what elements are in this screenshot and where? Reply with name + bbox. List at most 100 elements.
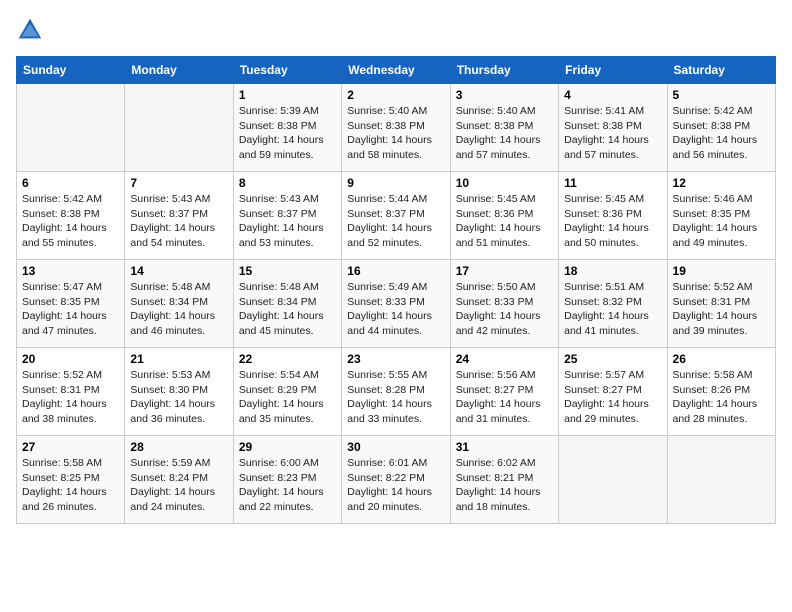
day-number: 8 — [239, 176, 336, 190]
col-header-thursday: Thursday — [450, 57, 558, 84]
day-info: Sunrise: 5:47 AMSunset: 8:35 PMDaylight:… — [22, 280, 119, 339]
day-info: Sunrise: 5:58 AMSunset: 8:25 PMDaylight:… — [22, 456, 119, 515]
col-header-friday: Friday — [559, 57, 667, 84]
calendar-cell: 6 Sunrise: 5:42 AMSunset: 8:38 PMDaylight… — [17, 172, 125, 260]
calendar-cell: 19Sunrise: 5:52 AMSunset: 8:31 PMDayligh… — [667, 260, 775, 348]
day-info: Sunrise: 5:44 AMSunset: 8:37 PMDaylight:… — [347, 192, 444, 251]
calendar-cell: 28 Sunrise: 5:59 AMSunset: 8:24 PMDayligh… — [125, 436, 233, 524]
day-number: 10 — [456, 176, 553, 190]
calendar-cell: 5 Sunrise: 5:42 AMSunset: 8:38 PMDaylight… — [667, 84, 775, 172]
calendar-cell: 26Sunrise: 5:58 AMSunset: 8:26 PMDayligh… — [667, 348, 775, 436]
day-number: 4 — [564, 88, 661, 102]
day-info: Sunrise: 6:01 AMSunset: 8:22 PMDaylight:… — [347, 456, 444, 515]
calendar-cell: 4 Sunrise: 5:41 AMSunset: 8:38 PMDaylight… — [559, 84, 667, 172]
calendar-week-4: 20 Sunrise: 5:52 AMSunset: 8:31 PMDayligh… — [17, 348, 776, 436]
calendar-cell: 30 Sunrise: 6:01 AMSunset: 8:22 PMDayligh… — [342, 436, 450, 524]
calendar-cell: 13 Sunrise: 5:47 AMSunset: 8:35 PMDayligh… — [17, 260, 125, 348]
col-header-monday: Monday — [125, 57, 233, 84]
col-header-sunday: Sunday — [17, 57, 125, 84]
day-info: Sunrise: 5:42 AMSunset: 8:38 PMDaylight:… — [22, 192, 119, 251]
calendar-week-3: 13 Sunrise: 5:47 AMSunset: 8:35 PMDayligh… — [17, 260, 776, 348]
calendar-cell: 21Sunrise: 5:53 AMSunset: 8:30 PMDayligh… — [125, 348, 233, 436]
day-info: Sunrise: 5:56 AMSunset: 8:27 PMDaylight:… — [456, 368, 553, 427]
day-number: 1 — [239, 88, 336, 102]
calendar-cell: 12 Sunrise: 5:46 AMSunset: 8:35 PMDayligh… — [667, 172, 775, 260]
col-header-tuesday: Tuesday — [233, 57, 341, 84]
calendar-cell: 1 Sunrise: 5:39 AMSunset: 8:38 PMDaylight… — [233, 84, 341, 172]
day-number: 7 — [130, 176, 227, 190]
day-number: 21 — [130, 352, 227, 366]
day-number: 9 — [347, 176, 444, 190]
day-info: Sunrise: 5:49 AMSunset: 8:33 PMDaylight:… — [347, 280, 444, 339]
day-info: Sunrise: 5:52 AMSunset: 8:31 PMDaylight:… — [22, 368, 119, 427]
day-info: Sunrise: 5:42 AMSunset: 8:38 PMDaylight:… — [673, 104, 770, 163]
calendar-week-5: 27 Sunrise: 5:58 AMSunset: 8:25 PMDayligh… — [17, 436, 776, 524]
col-header-saturday: Saturday — [667, 57, 775, 84]
day-number: 18 — [564, 264, 661, 278]
day-info: Sunrise: 5:48 AMSunset: 8:34 PMDaylight:… — [239, 280, 336, 339]
day-info: Sunrise: 5:39 AMSunset: 8:38 PMDaylight:… — [239, 104, 336, 163]
calendar-cell: 10 Sunrise: 5:45 AMSunset: 8:36 PMDayligh… — [450, 172, 558, 260]
day-number: 12 — [673, 176, 770, 190]
day-info: Sunrise: 5:46 AMSunset: 8:35 PMDaylight:… — [673, 192, 770, 251]
day-info: Sunrise: 5:40 AMSunset: 8:38 PMDaylight:… — [456, 104, 553, 163]
day-number: 30 — [347, 440, 444, 454]
day-info: Sunrise: 5:45 AMSunset: 8:36 PMDaylight:… — [456, 192, 553, 251]
calendar-cell: 25 Sunrise: 5:57 AMSunset: 8:27 PMDayligh… — [559, 348, 667, 436]
day-number: 31 — [456, 440, 553, 454]
calendar-cell: 15 Sunrise: 5:48 AMSunset: 8:34 PMDayligh… — [233, 260, 341, 348]
page-header — [16, 16, 776, 44]
calendar-cell: 11Sunrise: 5:45 AMSunset: 8:36 PMDayligh… — [559, 172, 667, 260]
calendar-cell: 16 Sunrise: 5:49 AMSunset: 8:33 PMDayligh… — [342, 260, 450, 348]
calendar-cell: 20 Sunrise: 5:52 AMSunset: 8:31 PMDayligh… — [17, 348, 125, 436]
calendar-cell — [17, 84, 125, 172]
day-number: 5 — [673, 88, 770, 102]
col-header-wednesday: Wednesday — [342, 57, 450, 84]
day-info: Sunrise: 5:43 AMSunset: 8:37 PMDaylight:… — [239, 192, 336, 251]
calendar-cell: 27 Sunrise: 5:58 AMSunset: 8:25 PMDayligh… — [17, 436, 125, 524]
calendar-cell: 29Sunrise: 6:00 AMSunset: 8:23 PMDayligh… — [233, 436, 341, 524]
calendar-cell: 7 Sunrise: 5:43 AMSunset: 8:37 PMDaylight… — [125, 172, 233, 260]
day-number: 16 — [347, 264, 444, 278]
day-info: Sunrise: 5:48 AMSunset: 8:34 PMDaylight:… — [130, 280, 227, 339]
day-number: 27 — [22, 440, 119, 454]
logo — [16, 16, 48, 44]
day-number: 23 — [347, 352, 444, 366]
calendar-cell: 8 Sunrise: 5:43 AMSunset: 8:37 PMDaylight… — [233, 172, 341, 260]
calendar-cell — [667, 436, 775, 524]
day-info: Sunrise: 5:50 AMSunset: 8:33 PMDaylight:… — [456, 280, 553, 339]
calendar-cell: 31 Sunrise: 6:02 AMSunset: 8:21 PMDayligh… — [450, 436, 558, 524]
day-number: 25 — [564, 352, 661, 366]
calendar-cell: 23Sunrise: 5:55 AMSunset: 8:28 PMDayligh… — [342, 348, 450, 436]
day-info: Sunrise: 5:59 AMSunset: 8:24 PMDaylight:… — [130, 456, 227, 515]
day-number: 15 — [239, 264, 336, 278]
day-number: 19 — [673, 264, 770, 278]
day-number: 11 — [564, 176, 661, 190]
day-number: 24 — [456, 352, 553, 366]
day-number: 14 — [130, 264, 227, 278]
day-number: 2 — [347, 88, 444, 102]
day-info: Sunrise: 5:43 AMSunset: 8:37 PMDaylight:… — [130, 192, 227, 251]
calendar-table: SundayMondayTuesdayWednesdayThursdayFrid… — [16, 56, 776, 524]
calendar-cell: 14 Sunrise: 5:48 AMSunset: 8:34 PMDayligh… — [125, 260, 233, 348]
calendar-cell: 18Sunrise: 5:51 AMSunset: 8:32 PMDayligh… — [559, 260, 667, 348]
calendar-week-2: 6 Sunrise: 5:42 AMSunset: 8:38 PMDaylight… — [17, 172, 776, 260]
day-number: 13 — [22, 264, 119, 278]
day-info: Sunrise: 5:57 AMSunset: 8:27 PMDaylight:… — [564, 368, 661, 427]
day-number: 22 — [239, 352, 336, 366]
day-info: Sunrise: 5:54 AMSunset: 8:29 PMDaylight:… — [239, 368, 336, 427]
calendar-week-1: 1 Sunrise: 5:39 AMSunset: 8:38 PMDaylight… — [17, 84, 776, 172]
calendar-cell — [125, 84, 233, 172]
day-number: 20 — [22, 352, 119, 366]
day-number: 6 — [22, 176, 119, 190]
header-row: SundayMondayTuesdayWednesdayThursdayFrid… — [17, 57, 776, 84]
calendar-cell: 3 Sunrise: 5:40 AMSunset: 8:38 PMDaylight… — [450, 84, 558, 172]
day-number: 3 — [456, 88, 553, 102]
day-number: 28 — [130, 440, 227, 454]
day-number: 29 — [239, 440, 336, 454]
calendar-cell: 17Sunrise: 5:50 AMSunset: 8:33 PMDayligh… — [450, 260, 558, 348]
day-info: Sunrise: 6:02 AMSunset: 8:21 PMDaylight:… — [456, 456, 553, 515]
calendar-cell — [559, 436, 667, 524]
day-info: Sunrise: 5:41 AMSunset: 8:38 PMDaylight:… — [564, 104, 661, 163]
day-info: Sunrise: 5:40 AMSunset: 8:38 PMDaylight:… — [347, 104, 444, 163]
